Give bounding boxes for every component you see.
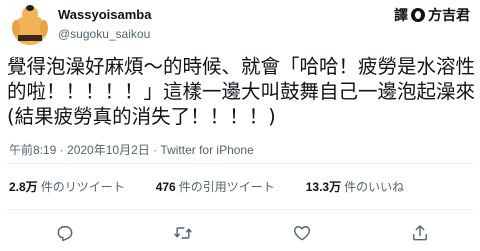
retweet-button[interactable] bbox=[172, 222, 194, 244]
quote-tweet-count[interactable]: 476 件の引用ツイート bbox=[156, 178, 275, 195]
divider bbox=[7, 209, 473, 210]
display-name[interactable]: Wassyoisamba bbox=[58, 7, 151, 23]
stat-label: 件の引用ツイート bbox=[178, 180, 275, 194]
stat-number: 476 bbox=[155, 180, 176, 194]
reply-button[interactable] bbox=[54, 222, 76, 244]
stat-number: 13.3万 bbox=[305, 180, 342, 194]
tweet-timestamp[interactable]: 午前8:19 · 2020年10月2日 · Twitter for iPhone bbox=[9, 141, 254, 158]
stat-label: 件のリツイート bbox=[40, 180, 125, 194]
share-icon bbox=[413, 225, 427, 241]
share-button[interactable] bbox=[409, 222, 431, 244]
retweet-count[interactable]: 2.8万 件のリツイート bbox=[9, 178, 125, 195]
stat-label: 件のいいね bbox=[344, 180, 405, 194]
watermark: 譯 方吉君 bbox=[389, 4, 475, 26]
stat-number: 2.8万 bbox=[9, 180, 38, 194]
tweet-card: Wassyoisamba @sugoku_saikou 譯 方吉君 覺得泡澡好麻… bbox=[0, 0, 480, 251]
watermark-prefix: 譯 bbox=[394, 8, 408, 24]
tweet-line: 覺得泡澡好麻煩～的時候、就會「哈哈！疲勞是水溶性 bbox=[7, 55, 476, 78]
like-button[interactable] bbox=[291, 222, 313, 244]
retweet-icon bbox=[174, 227, 192, 239]
tweet-line: 的啦！！！！！」這樣一邊大叫鼓舞自己一邊泡起澡來 bbox=[7, 80, 476, 103]
user-handle[interactable]: @sugoku_saikou bbox=[58, 26, 151, 42]
avatar[interactable] bbox=[8, 2, 52, 46]
tweet-actions bbox=[0, 218, 480, 246]
tweet-line: (結果疲勞真的消失了！！！！) bbox=[7, 105, 276, 128]
watermark-icon bbox=[411, 8, 425, 22]
tweet-text: 覺得泡澡好麻煩～的時候、就會「哈哈！疲勞是水溶性 的啦！！！！！」這樣一邊大叫鼓… bbox=[7, 54, 476, 129]
divider bbox=[7, 163, 473, 164]
sumo-avatar-icon bbox=[12, 5, 48, 45]
watermark-name: 方吉君 bbox=[428, 8, 470, 24]
user-names: Wassyoisamba @sugoku_saikou bbox=[58, 7, 151, 42]
like-icon bbox=[294, 226, 310, 241]
like-count[interactable]: 13.3万 件のいいね bbox=[306, 178, 404, 195]
reply-icon bbox=[57, 226, 73, 242]
tweet-stats: 2.8万 件のリツイート 476 件の引用ツイート 13.3万 件のいいね bbox=[9, 178, 435, 195]
